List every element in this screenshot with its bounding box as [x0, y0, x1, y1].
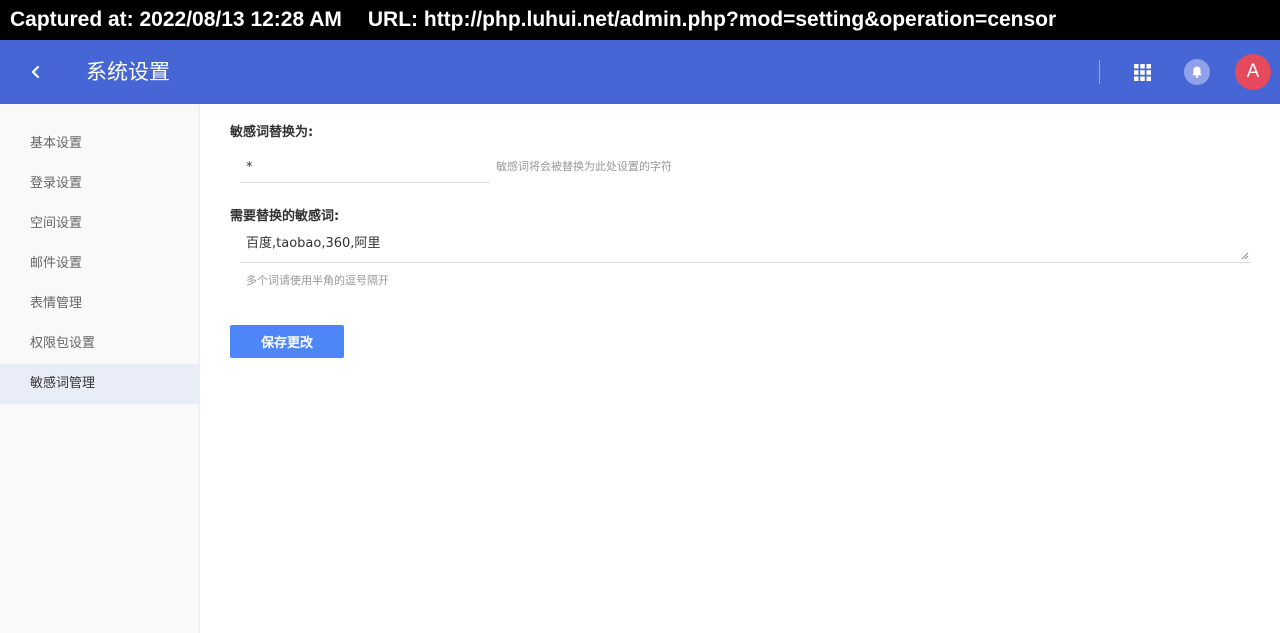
captured-at-text: Captured at: 2022/08/13 12:28 AM: [10, 8, 342, 31]
back-button[interactable]: [22, 58, 50, 86]
save-changes-button[interactable]: 保存更改: [230, 325, 344, 358]
censor-words-textarea[interactable]: 百度,taobao,360,阿里: [240, 230, 1251, 262]
apps-grid-icon: [1133, 63, 1151, 81]
bell-icon: [1192, 66, 1202, 78]
captured-url-text: URL: http://php.luhui.net/admin.php?mod=…: [367, 8, 1057, 31]
sidebar-item-login-settings[interactable]: 登录设置: [0, 164, 199, 204]
top-header: 系统设置 A: [0, 40, 1280, 104]
sidebar-item-mail-settings[interactable]: 邮件设置: [0, 244, 199, 284]
replace-char-input[interactable]: [240, 152, 490, 183]
sidebar-item-permission-packages[interactable]: 权限包设置: [0, 324, 199, 364]
replace-char-help: 敏感词将会被替换为此处设置的字符: [496, 160, 672, 173]
sidebar-item-space-settings[interactable]: 空间设置: [0, 204, 199, 244]
header-divider: [1099, 60, 1100, 84]
resize-grip-icon[interactable]: [1241, 252, 1249, 260]
main-content: 敏感词替换为: 敏感词将会被替换为此处设置的字符 需要替换的敏感词: 百度,ta…: [200, 104, 1280, 633]
replace-char-label: 敏感词替换为:: [230, 125, 314, 140]
sidebar-item-emoji-management[interactable]: 表情管理: [0, 284, 199, 324]
capture-info-bar: Captured at: 2022/08/13 12:28 AM URL: htt…: [0, 0, 1280, 40]
censor-words-field: 百度,taobao,360,阿里: [240, 230, 1251, 263]
user-avatar[interactable]: A: [1235, 54, 1271, 90]
censor-words-label: 需要替换的敏感词:: [230, 209, 340, 224]
censor-words-help: 多个词请使用半角的逗号隔开: [246, 274, 389, 287]
sidebar-item-basic-settings[interactable]: 基本设置: [0, 124, 199, 164]
sidebar-item-censor-words[interactable]: 敏感词管理: [0, 364, 199, 404]
notifications-button[interactable]: [1184, 59, 1210, 85]
chevron-left-icon: [31, 65, 40, 79]
apps-button[interactable]: [1128, 58, 1156, 86]
settings-sidebar: 基本设置 登录设置 空间设置 邮件设置 表情管理 权限包设置 敏感词管理: [0, 104, 200, 633]
page-title: 系统设置: [86, 60, 170, 84]
